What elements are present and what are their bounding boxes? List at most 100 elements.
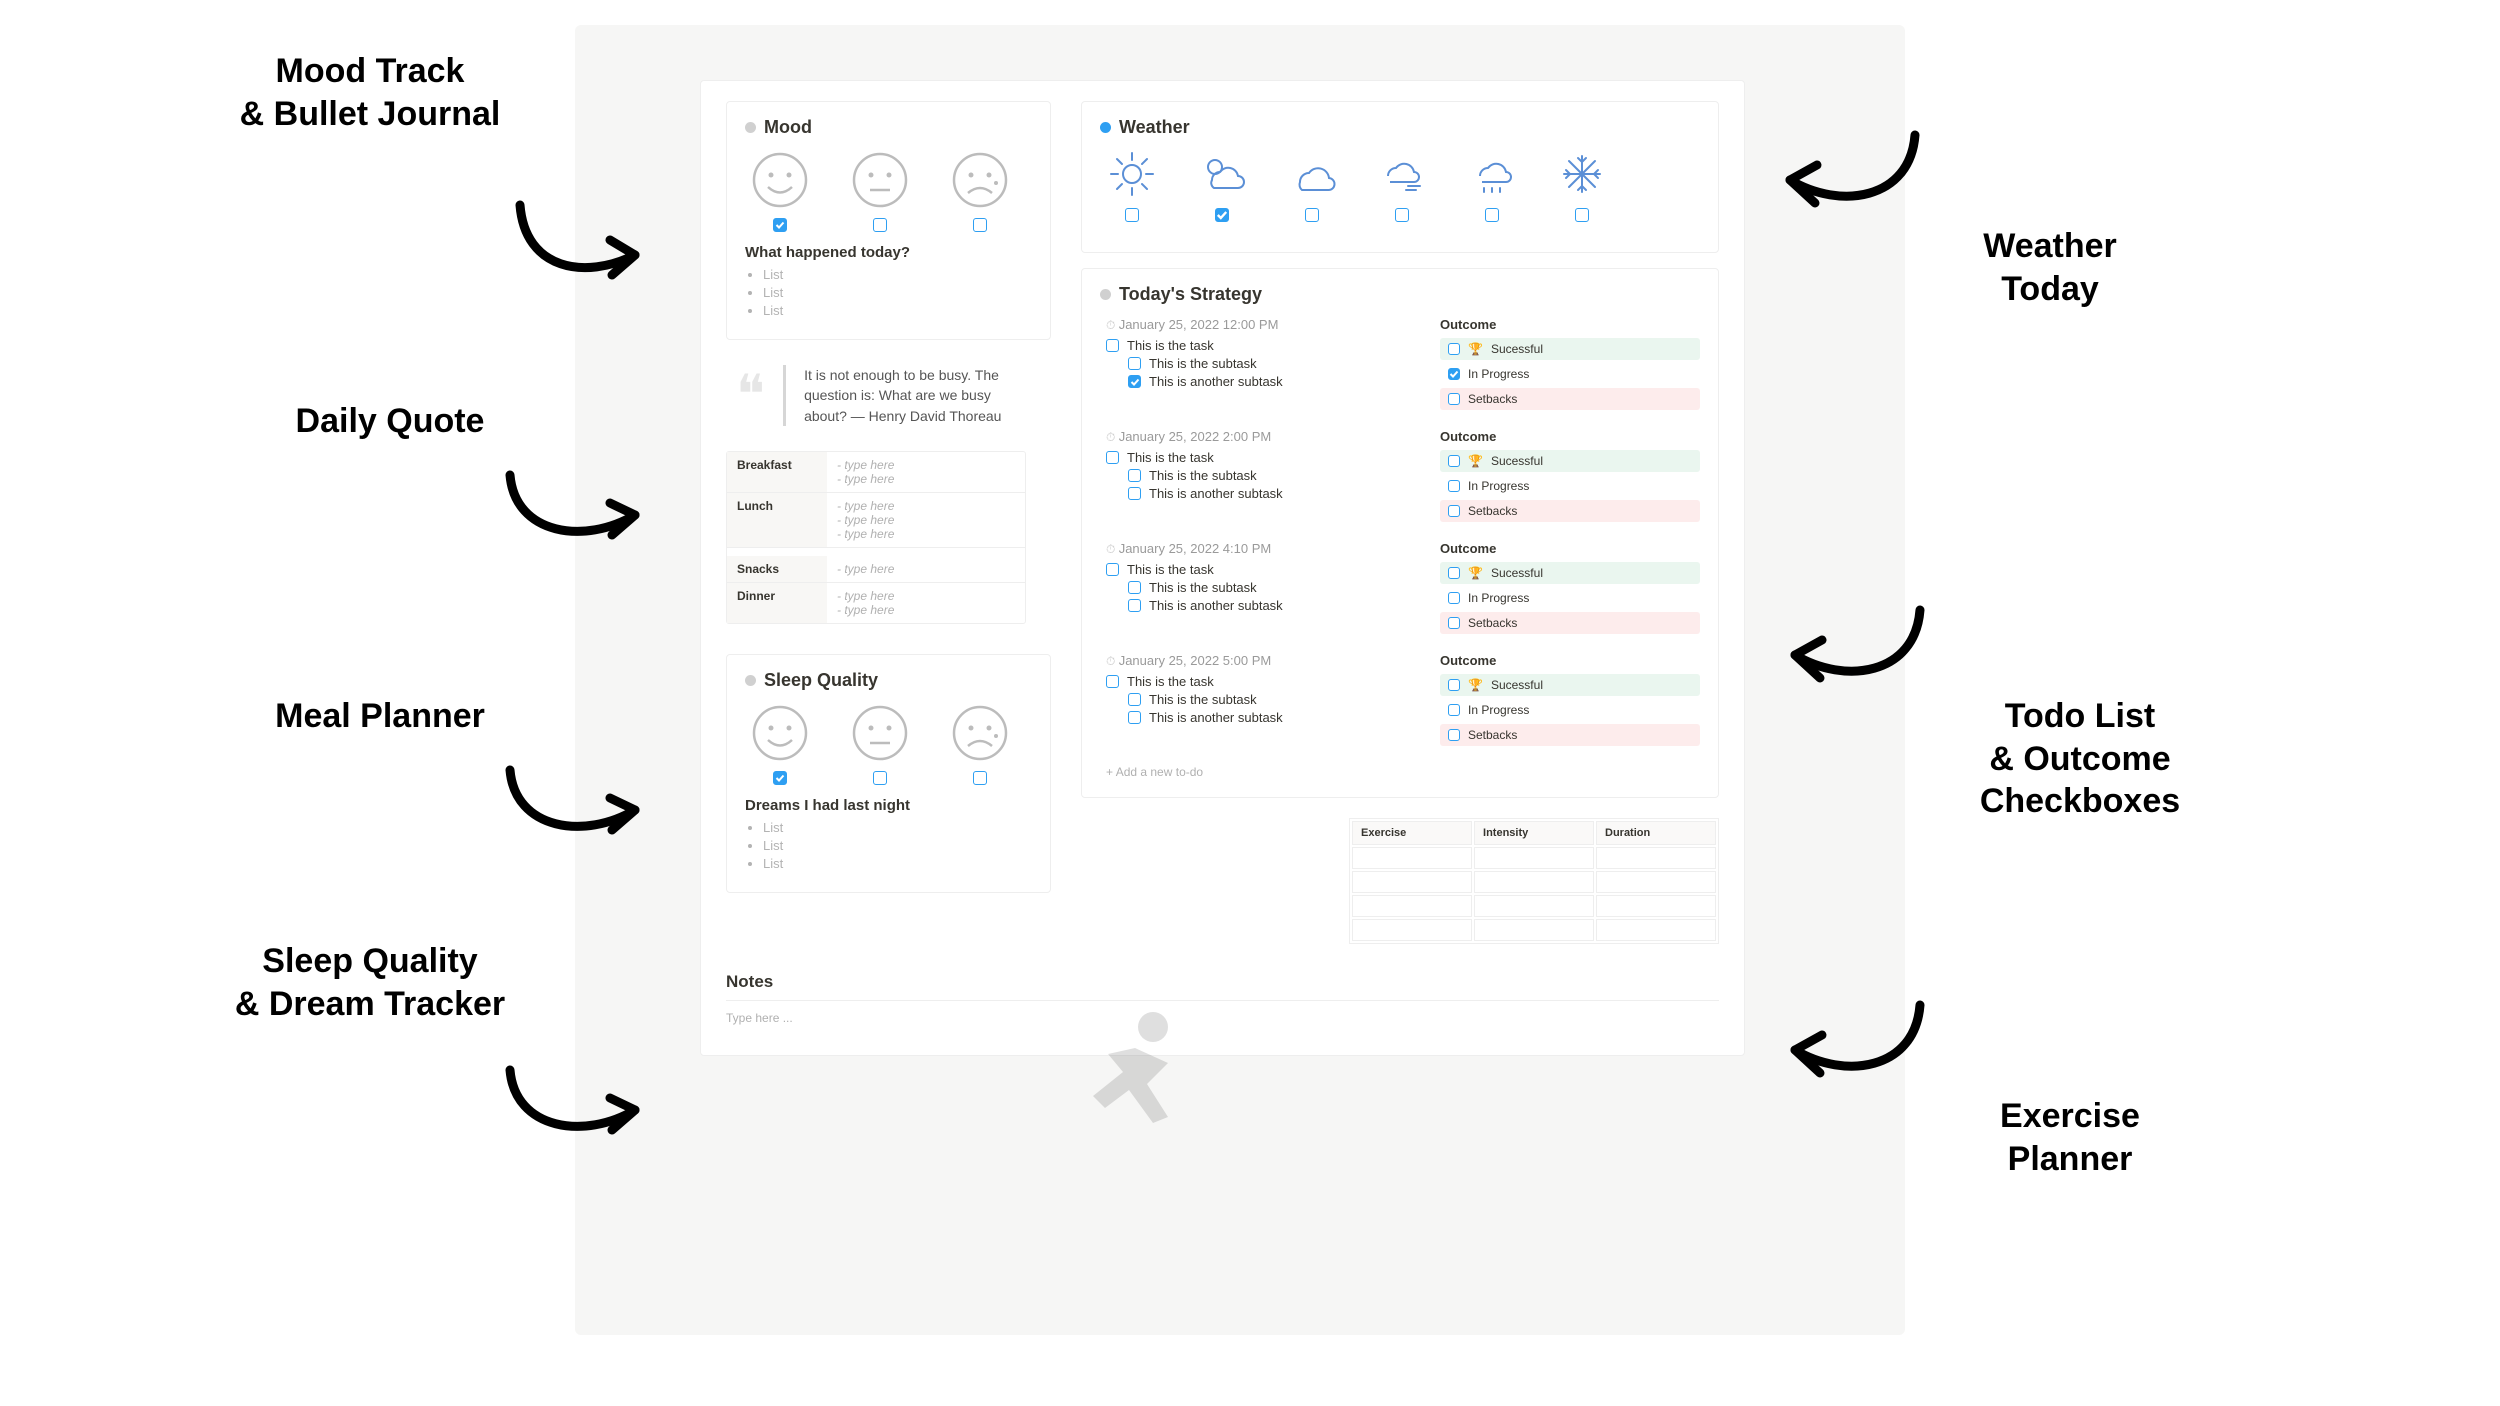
checkbox[interactable] [1575, 208, 1589, 222]
outcome-setbacks[interactable]: Setbacks [1440, 500, 1700, 522]
task-row[interactable]: This is the subtask [1128, 356, 1410, 371]
checkbox[interactable] [773, 771, 787, 785]
ex-cell[interactable] [1474, 847, 1594, 869]
checkbox[interactable] [1128, 469, 1141, 482]
outcome-in-progress[interactable]: In Progress [1440, 699, 1700, 721]
task-row[interactable]: This is the task [1106, 562, 1410, 577]
outcome-in-progress[interactable]: In Progress [1440, 363, 1700, 385]
task-row[interactable]: This is the task [1106, 674, 1410, 689]
list-item[interactable]: List [763, 820, 1032, 835]
face-sad[interactable] [950, 150, 1010, 232]
ex-cell[interactable] [1474, 871, 1594, 893]
task-row[interactable]: This is another subtask [1128, 486, 1410, 501]
list-item[interactable]: List [763, 285, 1032, 300]
ex-cell[interactable] [1596, 919, 1716, 941]
outcome-setbacks[interactable]: Setbacks [1440, 388, 1700, 410]
journal-list[interactable]: ListListList [763, 267, 1032, 318]
meal-value[interactable]: - type here- type here [827, 583, 1025, 623]
checkbox[interactable] [1448, 393, 1460, 405]
outcome-in-progress[interactable]: In Progress [1440, 587, 1700, 609]
ex-cell[interactable] [1474, 895, 1594, 917]
weather-sunny[interactable] [1108, 150, 1156, 222]
checkbox[interactable] [1128, 711, 1141, 724]
meal-row[interactable]: Lunch- type here- type here- type here [727, 493, 1025, 548]
checkbox[interactable] [1448, 679, 1460, 691]
task-row[interactable]: This is another subtask [1128, 710, 1410, 725]
weather-partly-cloudy[interactable] [1198, 150, 1246, 222]
checkbox[interactable] [1448, 455, 1460, 467]
checkbox[interactable] [1448, 617, 1460, 629]
checkbox[interactable] [1215, 208, 1229, 222]
meal-value[interactable]: - type here- type here- type here [827, 493, 1025, 547]
ex-cell[interactable] [1596, 871, 1716, 893]
weather-windy[interactable] [1378, 150, 1426, 222]
face-happy[interactable] [750, 703, 810, 785]
weather-rainy[interactable] [1468, 150, 1516, 222]
checkbox[interactable] [1106, 563, 1119, 576]
task-row[interactable]: This is another subtask [1128, 374, 1410, 389]
checkbox[interactable] [1128, 581, 1141, 594]
notes-body[interactable]: Type here ... [726, 1000, 1719, 1025]
meal-value[interactable]: - type here- type here [827, 452, 1025, 492]
checkbox[interactable] [1125, 208, 1139, 222]
face-happy[interactable] [750, 150, 810, 232]
checkbox[interactable] [1448, 343, 1460, 355]
ex-cell[interactable] [1596, 895, 1716, 917]
checkbox[interactable] [1395, 208, 1409, 222]
face-sad[interactable] [950, 703, 1010, 785]
checkbox[interactable] [1448, 505, 1460, 517]
task-row[interactable]: This is another subtask [1128, 598, 1410, 613]
task-row[interactable]: This is the task [1106, 338, 1410, 353]
list-item[interactable]: List [763, 856, 1032, 871]
weather-cloudy[interactable] [1288, 150, 1336, 222]
checkbox[interactable] [1106, 451, 1119, 464]
exercise-table[interactable]: ExerciseIntensityDuration [1349, 818, 1719, 944]
ex-cell[interactable] [1352, 895, 1472, 917]
task-row[interactable]: This is the subtask [1128, 692, 1410, 707]
face-neutral[interactable] [850, 703, 910, 785]
checkbox[interactable] [1128, 487, 1141, 500]
list-item[interactable]: List [763, 838, 1032, 853]
task-row[interactable]: This is the subtask [1128, 580, 1410, 595]
outcome-in-progress[interactable]: In Progress [1440, 475, 1700, 497]
checkbox[interactable] [1128, 599, 1141, 612]
checkbox[interactable] [973, 771, 987, 785]
checkbox[interactable] [1448, 592, 1460, 604]
checkbox[interactable] [1448, 729, 1460, 741]
meal-table[interactable]: Breakfast- type here- type hereLunch- ty… [726, 451, 1026, 624]
meal-row[interactable]: Dinner- type here- type here [727, 583, 1025, 623]
dream-list[interactable]: List List List [763, 820, 1032, 871]
checkbox[interactable] [1448, 704, 1460, 716]
checkbox[interactable] [1106, 339, 1119, 352]
checkbox[interactable] [1448, 368, 1460, 380]
ex-cell[interactable] [1596, 847, 1716, 869]
ex-cell[interactable] [1352, 871, 1472, 893]
ex-cell[interactable] [1474, 919, 1594, 941]
checkbox[interactable] [1448, 567, 1460, 579]
add-todo[interactable]: Add a new to-do [1106, 765, 1700, 779]
checkbox[interactable] [1448, 480, 1460, 492]
meal-row[interactable]: Breakfast- type here- type here [727, 452, 1025, 493]
checkbox[interactable] [1485, 208, 1499, 222]
checkbox[interactable] [1128, 375, 1141, 388]
checkbox[interactable] [873, 218, 887, 232]
meal-row[interactable]: Snacks- type here [727, 548, 1025, 583]
face-neutral[interactable] [850, 150, 910, 232]
checkbox[interactable] [873, 771, 887, 785]
weather-snowy[interactable] [1558, 150, 1606, 222]
checkbox[interactable] [1305, 208, 1319, 222]
outcome-sucessful[interactable]: 🏆Sucessful [1440, 450, 1700, 472]
outcome-sucessful[interactable]: 🏆Sucessful [1440, 674, 1700, 696]
meal-value[interactable]: - type here [827, 556, 1025, 582]
outcome-sucessful[interactable]: 🏆Sucessful [1440, 338, 1700, 360]
checkbox[interactable] [1106, 675, 1119, 688]
outcome-setbacks[interactable]: Setbacks [1440, 724, 1700, 746]
task-row[interactable]: This is the subtask [1128, 468, 1410, 483]
checkbox[interactable] [1128, 357, 1141, 370]
task-row[interactable]: This is the task [1106, 450, 1410, 465]
ex-cell[interactable] [1352, 847, 1472, 869]
outcome-sucessful[interactable]: 🏆Sucessful [1440, 562, 1700, 584]
checkbox[interactable] [1128, 693, 1141, 706]
outcome-setbacks[interactable]: Setbacks [1440, 612, 1700, 634]
list-item[interactable]: List [763, 303, 1032, 318]
